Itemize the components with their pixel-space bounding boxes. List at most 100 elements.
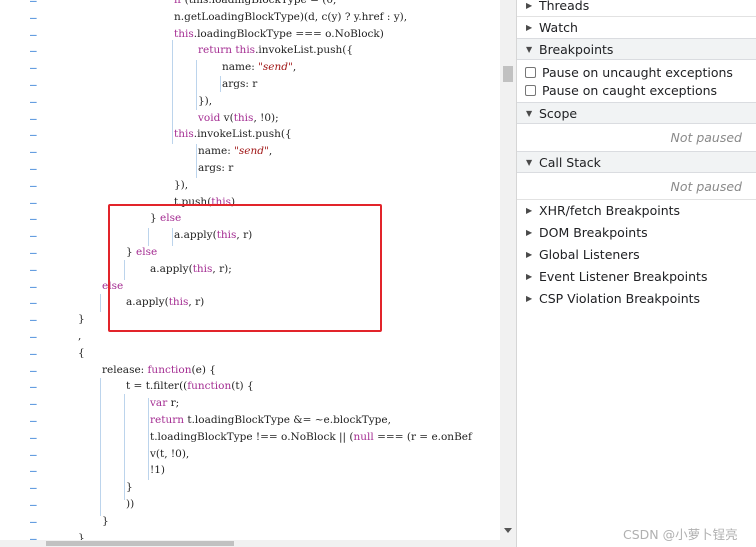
horizontal-scroll-thumb[interactable] bbox=[46, 541, 234, 546]
code-line[interactable]: – if (this.loadingBlockType = (0, bbox=[0, 0, 500, 9]
code-line[interactable]: –, bbox=[0, 328, 500, 345]
line-marker[interactable]: – bbox=[30, 294, 37, 311]
code-token: this bbox=[211, 195, 232, 208]
line-marker[interactable]: – bbox=[30, 244, 37, 261]
code-line[interactable]: – this.invokeList.push({ bbox=[0, 126, 500, 143]
line-marker[interactable]: – bbox=[30, 210, 37, 227]
code-token: !1) bbox=[150, 464, 165, 477]
line-marker[interactable]: – bbox=[30, 93, 37, 110]
horizontal-scrollbar[interactable] bbox=[0, 540, 500, 547]
pause-uncaught-row[interactable]: Pause on uncaught exceptions bbox=[517, 64, 756, 82]
code-line[interactable]: – a.apply(this, r) bbox=[0, 227, 500, 244]
code-line[interactable]: –} bbox=[0, 513, 500, 530]
pane-breakpoints[interactable]: ▼ Breakpoints bbox=[517, 38, 756, 60]
code-token: function bbox=[187, 380, 232, 393]
code-line[interactable]: – release: function(e) { bbox=[0, 362, 500, 379]
pane-dom-breakpoints[interactable]: ▶ DOM Breakpoints bbox=[517, 222, 756, 244]
line-marker[interactable]: – bbox=[30, 110, 37, 127]
line-marker[interactable]: – bbox=[30, 311, 37, 328]
line-marker[interactable]: – bbox=[30, 26, 37, 43]
line-marker[interactable]: – bbox=[30, 429, 37, 446]
pane-threads[interactable]: ▶ Threads bbox=[517, 0, 756, 17]
line-marker[interactable]: – bbox=[30, 479, 37, 496]
line-marker[interactable]: – bbox=[30, 395, 37, 412]
scroll-down-arrow-icon[interactable] bbox=[504, 528, 512, 533]
code-line[interactable]: –}), bbox=[0, 177, 500, 194]
line-marker[interactable]: – bbox=[30, 42, 37, 59]
code-line[interactable]: – v(t, !0), bbox=[0, 446, 500, 463]
line-marker[interactable]: – bbox=[30, 446, 37, 463]
pause-caught-checkbox[interactable] bbox=[525, 85, 536, 96]
code-line[interactable]: – args: r bbox=[0, 76, 500, 93]
pane-event-listener-breakpoints[interactable]: ▶ Event Listener Breakpoints bbox=[517, 266, 756, 288]
line-marker[interactable]: – bbox=[30, 76, 37, 93]
code-line[interactable]: – a.apply(this, r) bbox=[0, 294, 500, 311]
code-line[interactable]: – a.apply(this, r); bbox=[0, 261, 500, 278]
code-line[interactable]: – return t.loadingBlockType &= ~e.blockTy… bbox=[0, 412, 500, 429]
code-line[interactable]: – return this.invokeList.push({ bbox=[0, 42, 500, 59]
code-token: , bbox=[78, 330, 82, 342]
line-marker[interactable]: – bbox=[30, 462, 37, 479]
code-token: === (r = e.onBef bbox=[373, 430, 472, 443]
code-text: a.apply(this, r) bbox=[126, 294, 204, 311]
pane-xhr-breakpoints[interactable]: ▶ XHR/fetch Breakpoints bbox=[517, 200, 756, 222]
code-line[interactable]: –} else bbox=[0, 210, 500, 227]
line-marker[interactable]: – bbox=[30, 227, 37, 244]
line-marker[interactable]: – bbox=[30, 362, 37, 379]
line-marker[interactable]: – bbox=[30, 126, 37, 143]
code-line[interactable]: – else bbox=[0, 278, 500, 295]
code-line[interactable]: – !1) bbox=[0, 462, 500, 479]
line-marker[interactable]: – bbox=[30, 9, 37, 26]
line-marker[interactable]: – bbox=[30, 0, 37, 9]
pane-global-listeners[interactable]: ▶ Global Listeners bbox=[517, 244, 756, 266]
vertical-scroll-thumb[interactable] bbox=[503, 66, 513, 82]
line-marker[interactable]: – bbox=[30, 412, 37, 429]
pane-scope[interactable]: ▼ Scope bbox=[517, 102, 756, 124]
line-marker[interactable]: – bbox=[30, 59, 37, 76]
source-editor[interactable]: – if (this.loadingBlockType = (0, – n.getLo… bbox=[0, 0, 500, 547]
code-line[interactable]: – name: "send", bbox=[0, 59, 500, 76]
code-line[interactable]: – void v(this, !0); bbox=[0, 110, 500, 127]
code-line[interactable]: – args: r bbox=[0, 160, 500, 177]
line-marker[interactable]: – bbox=[30, 177, 37, 194]
line-marker[interactable]: – bbox=[30, 278, 37, 295]
pause-uncaught-checkbox[interactable] bbox=[525, 67, 536, 78]
code-token: this bbox=[192, 262, 213, 275]
code-line[interactable]: – name: "send", bbox=[0, 143, 500, 160]
line-marker[interactable]: – bbox=[30, 513, 37, 530]
code-line[interactable]: – t.loadingBlockType !== o.NoBlock || (nu… bbox=[0, 429, 500, 446]
code-line[interactable]: – t = t.filter((function(t) { bbox=[0, 378, 500, 395]
pane-watch[interactable]: ▶ Watch bbox=[517, 17, 756, 39]
code-line[interactable]: – n.getLoadingBlockType)(d, c(y) ? y.href… bbox=[0, 9, 500, 26]
code-line[interactable]: – this.loadingBlockType === o.NoBlock) bbox=[0, 26, 500, 43]
line-marker[interactable]: – bbox=[30, 345, 37, 362]
code-line[interactable]: –} else bbox=[0, 244, 500, 261]
code-token: t = t.filter(( bbox=[126, 380, 188, 393]
line-marker[interactable]: – bbox=[30, 261, 37, 278]
vertical-scrollbar[interactable] bbox=[500, 0, 516, 547]
pane-call-stack[interactable]: ▼ Call Stack bbox=[517, 151, 756, 173]
line-marker[interactable]: – bbox=[30, 160, 37, 177]
code-token: args: r bbox=[222, 78, 258, 90]
pane-csp-breakpoints[interactable]: ▶ CSP Violation Breakpoints bbox=[517, 288, 756, 310]
code-line[interactable]: –{ bbox=[0, 345, 500, 362]
code-line[interactable]: –} bbox=[0, 479, 500, 496]
code-line[interactable]: – var r; bbox=[0, 395, 500, 412]
code-token: , bbox=[268, 145, 273, 158]
line-marker[interactable]: – bbox=[30, 194, 37, 211]
pause-caught-row[interactable]: Pause on caught exceptions bbox=[517, 82, 756, 100]
code-token: t.loadingBlockType !== o.NoBlock || ( bbox=[150, 430, 354, 443]
line-marker[interactable]: – bbox=[30, 328, 37, 345]
pane-global-label: Global Listeners bbox=[539, 247, 640, 262]
line-marker[interactable]: – bbox=[30, 143, 37, 160]
code-line[interactable]: – t.push(this) bbox=[0, 194, 500, 211]
code-token: .invokeList.push({ bbox=[255, 44, 354, 57]
line-marker[interactable]: – bbox=[30, 378, 37, 395]
code-text: }), bbox=[174, 177, 188, 194]
code-token: , bbox=[292, 61, 297, 74]
scope-status: Not paused bbox=[670, 130, 742, 145]
line-marker[interactable]: – bbox=[30, 496, 37, 513]
code-line[interactable]: –}), bbox=[0, 93, 500, 110]
code-line[interactable]: –)) bbox=[0, 496, 500, 513]
code-line[interactable]: –} bbox=[0, 311, 500, 328]
